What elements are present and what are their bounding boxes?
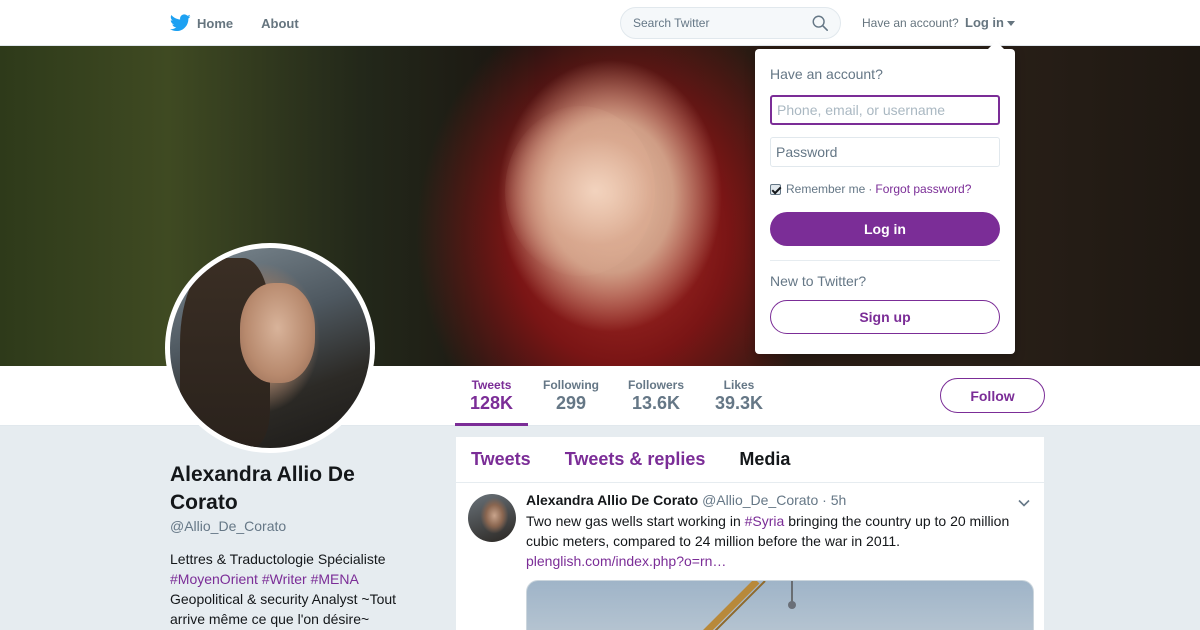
search-icon[interactable] <box>811 14 829 32</box>
top-navigation-bar: Home About Have an account? Log in <box>0 0 1200 46</box>
nav-about-link[interactable]: About <box>261 16 299 31</box>
follow-button[interactable]: Follow <box>940 378 1045 413</box>
profile-name[interactable]: Alexandra Allio De Corato <box>170 461 400 517</box>
stat-label: Followers <box>627 378 684 392</box>
login-button[interactable]: Log in <box>770 212 1000 246</box>
stat-tweets[interactable]: Tweets 128K <box>455 366 528 426</box>
stat-followers[interactable]: Followers 13.6K <box>622 366 690 426</box>
crane-image-shape <box>703 581 796 630</box>
nav-home-label: Home <box>197 15 234 31</box>
bio-hashtag-link[interactable]: #Writer <box>262 571 307 587</box>
tweet-separator: · <box>822 492 827 508</box>
have-account-text: Have an account? <box>862 16 959 30</box>
avatar-image <box>170 248 370 448</box>
bio-hashtags: #MoyenOrient #Writer #MENA <box>170 569 420 589</box>
remember-me-checkbox[interactable] <box>770 183 781 195</box>
bio-line: Geopolitical & security Analyst ~Tout ar… <box>170 591 397 627</box>
dropdown-divider <box>770 260 1000 261</box>
tweet-author-handle[interactable]: @Allio_De_Corato <box>702 492 818 508</box>
remember-separator: · <box>868 182 873 196</box>
bio-hashtag-link[interactable]: #MoyenOrient <box>170 571 258 587</box>
tweet-text-part: Two new gas wells start working in <box>526 513 745 529</box>
password-field[interactable] <box>770 137 1000 167</box>
tweet-timestamp[interactable]: 5h <box>831 492 847 508</box>
login-dropdown-toggle[interactable]: Log in <box>965 15 1015 30</box>
login-dropdown: Have an account? Remember me · Forgot pa… <box>755 41 1015 354</box>
stat-likes[interactable]: Likes 39.3K <box>709 366 769 426</box>
stat-label: Following <box>543 378 599 392</box>
tweet-text: Two new gas wells start working in #Syri… <box>526 511 1031 571</box>
chevron-down-icon[interactable] <box>1018 497 1030 509</box>
nav-left: Home About <box>170 0 327 46</box>
nav-home-link[interactable]: Home <box>170 14 233 32</box>
tweet-author-avatar[interactable] <box>468 494 516 542</box>
bio-hashtag-link[interactable]: #MENA <box>311 571 359 587</box>
tweet-author-name[interactable]: Alexandra Allio De Corato <box>526 492 698 508</box>
avatar-face-shape <box>240 283 315 383</box>
timeline: Tweets Tweets & replies Media Alexandra … <box>456 437 1044 630</box>
search-input[interactable] <box>620 7 841 39</box>
stat-label: Likes <box>723 378 755 392</box>
stat-value: 13.6K <box>631 393 681 413</box>
forgot-password-link[interactable]: Forgot password? <box>875 182 971 196</box>
nav-about-label: About <box>261 15 299 31</box>
username-field[interactable] <box>770 95 1000 125</box>
signup-button[interactable]: Sign up <box>770 300 1000 334</box>
login-toggle-label: Log in <box>965 15 1004 30</box>
stat-value: 39.3K <box>714 393 764 413</box>
new-to-twitter-text: New to Twitter? <box>770 273 867 289</box>
stat-value: 128K <box>469 393 514 413</box>
profile-handle[interactable]: @Allio_De_Corato <box>170 518 286 534</box>
twitter-bird-icon <box>170 14 191 32</box>
remember-row: Remember me · Forgot password? <box>770 182 971 196</box>
dropdown-title: Have an account? <box>770 66 883 82</box>
stat-following[interactable]: Following 299 <box>537 366 605 426</box>
caret-down-icon <box>1007 20 1015 26</box>
stat-label: Tweets <box>471 378 512 392</box>
bio-line: Lettres & Traductologie Spécialiste <box>170 551 386 567</box>
tweet[interactable]: Alexandra Allio De Corato @Allio_De_Cora… <box>456 437 1044 630</box>
stat-value: 299 <box>555 393 587 413</box>
profile-bio: Lettres & Traductologie Spécialiste #Moy… <box>170 549 420 629</box>
profile-avatar[interactable] <box>165 243 375 453</box>
tweet-media-image[interactable] <box>526 580 1034 630</box>
tweet-hashtag-link[interactable]: #Syria <box>745 513 785 529</box>
tweet-url-link[interactable]: plenglish.com/index.php?o=rn… <box>526 553 726 569</box>
remember-me-label: Remember me <box>786 182 866 196</box>
tweet-header: Alexandra Allio De Corato @Allio_De_Cora… <box>526 492 846 508</box>
